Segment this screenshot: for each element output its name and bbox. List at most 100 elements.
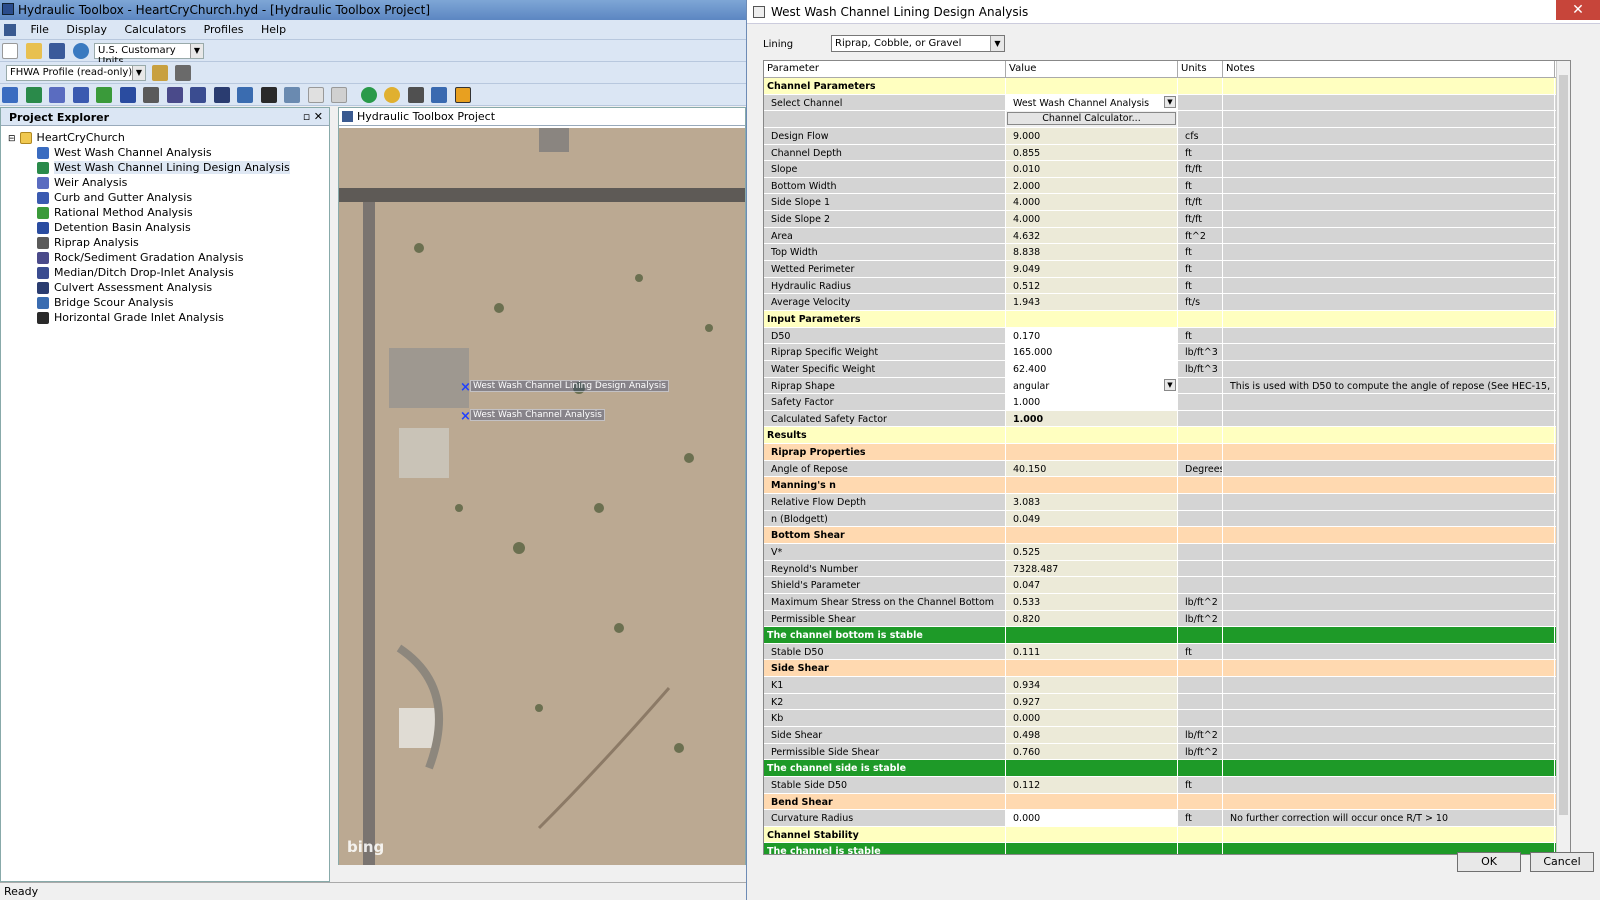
col-header-value[interactable]: Value [1006, 61, 1178, 77]
culvert-tool-icon[interactable] [213, 87, 230, 103]
tree-item[interactable]: West Wash Channel Analysis [5, 145, 329, 160]
chevron-down-icon[interactable]: ▼ [1164, 378, 1176, 391]
tree-item[interactable]: Median/Ditch Drop-Inlet Analysis [5, 265, 329, 280]
notes-cell [1223, 577, 1555, 593]
tree-item[interactable]: Weir Analysis [5, 175, 329, 190]
tree-item[interactable]: Bridge Scour Analysis [5, 295, 329, 310]
scour-tool-icon[interactable] [237, 87, 253, 103]
notes-cell [1223, 227, 1555, 244]
system-menu-icon[interactable] [4, 24, 16, 36]
new-icon[interactable] [2, 43, 18, 59]
dialog-icon [753, 6, 765, 18]
notes-cell [1223, 527, 1555, 543]
tree-item[interactable]: Rational Method Analysis [5, 205, 329, 220]
channel-calculator-button[interactable]: Channel Calculator... [1007, 112, 1176, 126]
notes-tool-icon[interactable] [331, 87, 347, 103]
collapse-icon[interactable]: ⊟ [8, 134, 16, 144]
units-cell: ft [1178, 277, 1223, 294]
scroll-thumb[interactable] [1559, 75, 1568, 815]
col-header-notes[interactable]: Notes [1223, 61, 1555, 77]
menu-calculators[interactable]: Calculators [117, 20, 193, 36]
profile-tools-icon[interactable] [175, 65, 191, 81]
param-cell [764, 111, 1006, 127]
grade-inlet-tool-icon[interactable] [260, 87, 277, 103]
tree-item[interactable]: Horizontal Grade Inlet Analysis [5, 310, 329, 325]
menu-file[interactable]: File [24, 20, 56, 36]
open-icon[interactable] [25, 43, 42, 59]
chevron-down-icon[interactable]: ▼ [1164, 95, 1176, 108]
map-label-lining[interactable]: West Wash Channel Lining Design Analysis [470, 380, 669, 392]
param-cell: Input Parameters [764, 310, 1006, 327]
col-header-units[interactable]: Units [1178, 61, 1223, 77]
grid-row: Area 4.632 ft^2 [764, 227, 1570, 245]
value-cell [1006, 527, 1178, 543]
tree-item[interactable]: Curb and Gutter Analysis [5, 190, 329, 205]
riprap-icon [37, 237, 49, 249]
close-button[interactable]: ✕ [1556, 0, 1600, 20]
cancel-button[interactable]: Cancel [1530, 852, 1594, 872]
menu-profiles[interactable]: Profiles [197, 20, 251, 36]
menu-display[interactable]: Display [59, 20, 114, 36]
aerial-map[interactable]: × West Wash Channel Lining Design Analys… [339, 128, 745, 865]
delete-icon[interactable] [407, 87, 424, 103]
value-input[interactable]: 1.000 [1006, 394, 1178, 410]
map-label-channel[interactable]: West Wash Channel Analysis [470, 409, 605, 421]
col-header-parameter[interactable]: Parameter [764, 61, 1006, 77]
value-input[interactable]: 0.170 [1006, 327, 1178, 344]
channel-tool-icon[interactable] [2, 87, 18, 103]
lining-tool-icon[interactable] [25, 87, 42, 103]
value-input[interactable]: 0.000 [1006, 810, 1178, 826]
ok-button[interactable]: OK [1457, 852, 1521, 872]
select-value: angular [1013, 380, 1050, 392]
inlet-tool-icon[interactable] [190, 87, 206, 103]
profile-folder-icon[interactable] [151, 65, 168, 81]
tree-item[interactable]: Rock/Sediment Gradation Analysis [5, 250, 329, 265]
map-view-icon[interactable] [454, 87, 471, 103]
value-input[interactable]: 62.400 [1006, 360, 1178, 377]
grid-scrollbar[interactable] [1556, 61, 1570, 854]
value-select[interactable]: West Wash Channel Analysis ▼ [1006, 94, 1178, 111]
units-cell [1178, 444, 1223, 460]
notes-cell [1223, 677, 1555, 693]
globe-icon[interactable] [360, 87, 377, 103]
units-cell [1178, 843, 1223, 854]
units-cell: cfs [1178, 127, 1223, 144]
units-combo[interactable]: U.S. Customary Units▼ [94, 43, 204, 67]
close-icon[interactable]: ▫ ✕ [303, 110, 323, 123]
tree-item[interactable]: Detention Basin Analysis [5, 220, 329, 235]
param-cell: V* [764, 543, 1006, 560]
units-cell: lb/ft^3 [1178, 360, 1223, 377]
gradation-tool-icon[interactable] [166, 87, 183, 103]
grade-inlet-icon [37, 312, 49, 324]
riprap-tool-icon[interactable] [143, 87, 159, 103]
value-cell: 2.000 [1006, 177, 1178, 194]
profile-toolbar: FHWA Profile (read-only) ▼ [0, 62, 746, 84]
value-input[interactable]: 165.000 [1006, 344, 1178, 360]
tree-item[interactable]: Culvert Assessment Analysis [5, 280, 329, 295]
param-cell: Side Shear [764, 660, 1006, 677]
value-select[interactable]: angular ▼ [1006, 377, 1178, 394]
grid-row: Top Width 8.838 ft [764, 244, 1570, 262]
edit-tool-icon[interactable] [307, 87, 324, 103]
units-cell: ft [1178, 776, 1223, 793]
tree-item[interactable]: Riprap Analysis [5, 235, 329, 250]
help-icon[interactable] [72, 43, 89, 59]
tree-root[interactable]: ⊟ HeartCryChurch [5, 130, 329, 145]
import-icon[interactable] [431, 87, 447, 103]
value-cell: 40.150 [1006, 460, 1178, 477]
basin-tool-icon[interactable] [119, 87, 136, 103]
map-tab[interactable]: Hydraulic Toolbox Project [339, 108, 745, 126]
profile-combo[interactable]: FHWA Profile (read-only) ▼ [6, 65, 146, 81]
measure-tool-icon[interactable] [284, 87, 300, 103]
tree-item[interactable]: West Wash Channel Lining Design Analysis [5, 160, 329, 175]
save-icon[interactable] [49, 43, 65, 59]
curb-tool-icon[interactable] [72, 87, 89, 103]
world-icon[interactable] [384, 87, 400, 103]
grid-row: Safety Factor 1.000 [764, 394, 1570, 411]
lining-select[interactable]: Riprap, Cobble, or Gravel ▼ [831, 35, 1005, 52]
lining-design-dialog: West Wash Channel Lining Design Analysis… [746, 0, 1600, 900]
rational-tool-icon[interactable] [96, 87, 112, 103]
weir-tool-icon[interactable] [49, 87, 65, 103]
menu-help[interactable]: Help [254, 20, 293, 36]
value-cell: Channel Calculator... [1006, 111, 1178, 127]
